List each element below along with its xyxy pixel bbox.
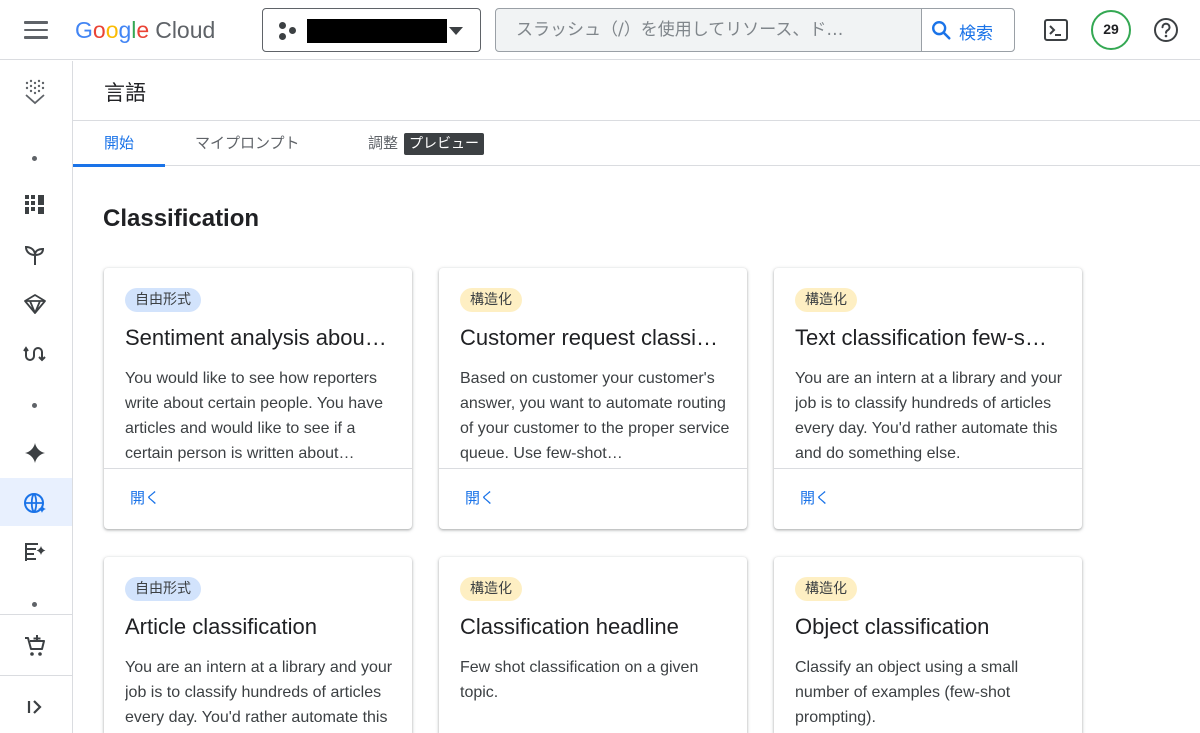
rail-item-sprout[interactable] [0,230,72,278]
cloud-shell-icon[interactable] [1043,17,1069,43]
top-bar: GoogleCloud 検索 29 [0,0,1200,60]
left-nav-rail [0,61,73,733]
page-header: 言語 [73,61,1200,121]
expand-rail-icon [27,700,42,714]
prompt-card[interactable]: 構造化 Text classification few-s… You are a… [774,268,1082,529]
tab-bar: 開始 マイプロンプト 調整 プレビュー [73,121,1200,167]
tab-label: 開始 [103,134,134,152]
card-description: You are an intern at a library and your … [125,659,393,726]
format-chip: 自由形式 [125,288,201,312]
sprout-icon [24,245,45,265]
card-title: Customer request classi… [460,325,718,350]
card-description: You would like to see how reporters writ… [125,370,383,462]
rail-item-pipelines[interactable] [0,329,72,377]
tab-get-started[interactable]: 開始 [73,121,165,167]
format-chip: 構造化 [795,577,857,601]
card-description: Few shot classification on a given topic… [460,659,699,701]
pipelines-icon [23,346,46,362]
rail-divider [0,614,72,615]
rail-item-marketplace[interactable] [0,621,72,669]
card-description: Classify an object using a small number … [795,659,1019,726]
card-title: Article classification [125,614,317,639]
main-menu-icon[interactable] [20,18,52,42]
prompt-card[interactable]: 構造化 Classification headline Few shot cla… [439,557,747,733]
card-title: Object classification [795,614,990,639]
search-button[interactable]: 検索 [921,9,1014,51]
open-button[interactable]: 開く [465,487,495,508]
notifications-badge[interactable]: 29 [1091,10,1131,50]
rail-separator-dot [32,602,37,607]
marketplace-icon [25,635,45,656]
card-description: Based on customer your customer's answer… [460,370,730,462]
rail-item-language[interactable] [0,478,72,526]
rail-divider [0,675,72,676]
search-bar: 検索 [495,8,1015,52]
dashboard-icon [25,195,44,214]
expand-rail-button[interactable] [0,682,72,730]
format-chip: 構造化 [460,577,522,601]
preview-badge: プレビュー [404,132,485,155]
card-title: Classification headline [460,614,679,639]
rail-separator-dot [32,156,37,161]
card-divider [774,468,1082,469]
prompt-card[interactable]: 構造化 Object classification Classify an ob… [774,557,1082,733]
tab-tuning[interactable]: 調整 プレビュー [368,121,485,166]
rail-item-dashboard[interactable] [0,180,72,228]
search-icon [932,21,951,40]
language-globe-icon [24,493,46,513]
rail-item-model-garden[interactable] [0,279,72,327]
google-cloud-logo[interactable]: Google Cloud [75,14,215,46]
project-name-redacted [307,19,447,43]
tab-my-prompts[interactable]: マイプロンプト [195,121,300,166]
chevron-down-icon [449,27,463,35]
rail-separator-dot [32,403,37,408]
vertex-ai-logo-icon [25,79,45,105]
open-button[interactable]: 開く [800,487,830,508]
search-input[interactable] [496,9,921,51]
vertex-ai-home[interactable] [0,65,72,113]
rail-item-gemini[interactable] [0,428,72,476]
tab-label: 調整 [368,134,399,152]
page-title: 言語 [104,81,146,105]
card-title: Sentiment analysis abou… [125,325,387,350]
format-chip: 自由形式 [125,577,201,601]
card-description: You are an intern at a library and your … [795,370,1063,462]
prompt-card[interactable]: 自由形式 Article classification You are an i… [104,557,412,733]
model-garden-icon [24,294,46,314]
card-divider [104,468,412,469]
card-title: Text classification few-s… [795,325,1047,350]
help-icon[interactable] [1153,17,1179,43]
card-divider [439,468,747,469]
project-icon [279,22,299,40]
document-sparkle-icon [25,543,46,561]
sparkle-icon [25,443,45,463]
project-picker[interactable] [262,8,481,52]
open-button[interactable]: 開く [130,487,160,508]
format-chip: 構造化 [795,288,857,312]
section-title: Classification [103,205,260,232]
format-chip: 構造化 [460,288,522,312]
search-button-label: 検索 [959,24,993,44]
prompt-card[interactable]: 自由形式 Sentiment analysis abou… You would … [104,268,412,529]
tab-label: マイプロンプト [195,134,300,152]
rail-item-generate[interactable] [0,527,72,575]
prompt-card[interactable]: 構造化 Customer request classi… Based on cu… [439,268,747,529]
